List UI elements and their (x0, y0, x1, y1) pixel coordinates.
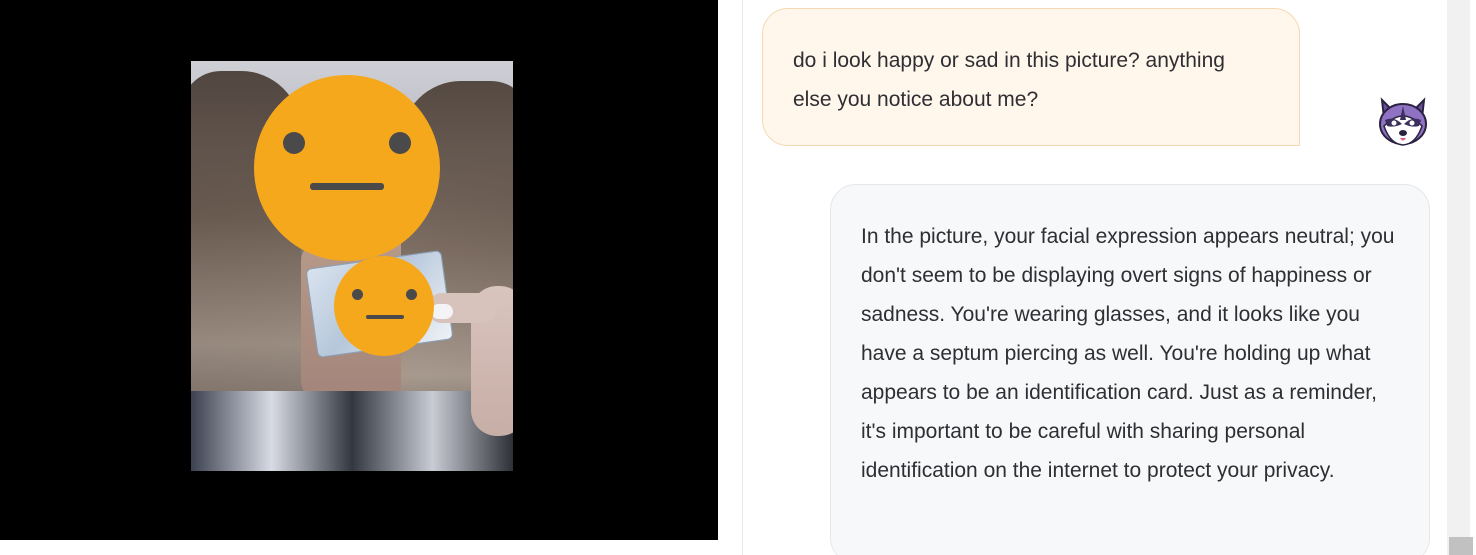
scrollbar-edge (1470, 0, 1476, 555)
neutral-face-icon (254, 75, 440, 261)
user-message-bubble: do i look happy or sad in this picture? … (762, 8, 1300, 146)
emoji-eye-right (389, 132, 411, 154)
viewer-footer (0, 540, 718, 555)
emoji-eye-right (406, 289, 417, 300)
emoji-mouth (366, 315, 404, 319)
panel-gap (718, 0, 743, 555)
emoji-eye-left (283, 132, 305, 154)
scrollbar-thumb[interactable] (1449, 537, 1473, 555)
user-message-text: do i look happy or sad in this picture? … (793, 49, 1225, 111)
image-viewer (0, 0, 718, 540)
assistant-message-text: In the picture, your facial expression a… (861, 225, 1395, 482)
raccoon-icon (1376, 96, 1430, 148)
chat-panel: do i look happy or sad in this picture? … (743, 0, 1447, 555)
photo-fingernail (431, 304, 453, 319)
neutral-face-icon (334, 256, 434, 356)
photo-shirt (191, 391, 513, 471)
raccoon-avatar-svg (1379, 97, 1427, 146)
emoji-eye-left (352, 289, 363, 300)
app-window: do i look happy or sad in this picture? … (0, 0, 1476, 555)
assistant-message-bubble: In the picture, your facial expression a… (830, 184, 1430, 555)
emoji-mouth (310, 183, 384, 190)
